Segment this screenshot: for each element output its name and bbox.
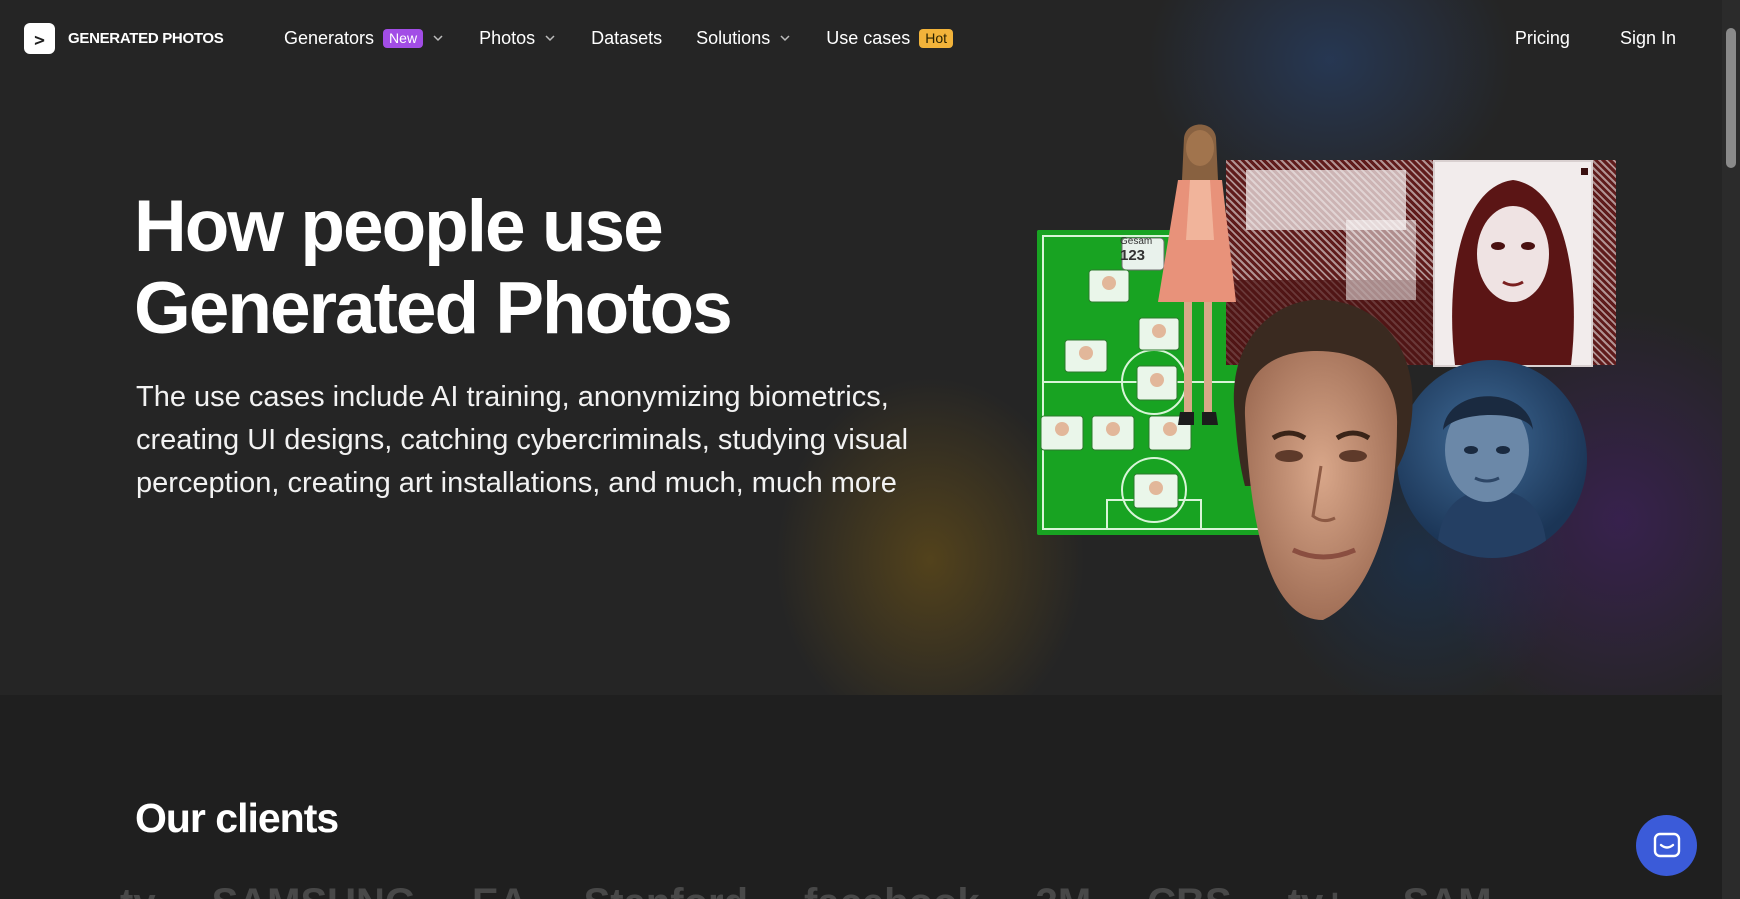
hero-title-line-2: Generated Photos	[134, 268, 733, 349]
nav-use-cases[interactable]: Use cases Hot	[826, 27, 954, 49]
nav-right: Pricing Sign In	[1465, 0, 1676, 76]
client-logo: tv	[120, 881, 156, 899]
nav-use-cases-label: Use cases	[826, 27, 911, 48]
dithered-portrait-image	[1433, 160, 1593, 367]
logo-text: GENERATED PHOTOS	[68, 30, 224, 47]
chevron-down-icon	[780, 35, 790, 42]
nav-datasets[interactable]: Datasets	[591, 28, 662, 49]
client-logo: EA	[472, 881, 528, 899]
nav-photos-label: Photos	[479, 27, 536, 48]
nav-generators[interactable]: Generators New	[284, 28, 445, 49]
hot-badge: Hot	[919, 28, 954, 48]
client-logo: SAMSUNG	[212, 881, 416, 899]
hero-section: > GENERATED PHOTOS Generators New Photos…	[0, 0, 1722, 695]
nav-datasets-label: Datasets	[591, 27, 663, 48]
use-cases-collage: Gesam 123	[1030, 120, 1630, 630]
logo-icon: >	[24, 23, 55, 54]
client-logo: CBS	[1147, 881, 1231, 899]
client-logo: tv+	[1288, 881, 1347, 899]
chevron-down-icon	[433, 35, 443, 42]
top-nav: > GENERATED PHOTOS Generators New Photos…	[0, 0, 1722, 76]
sign-in-link[interactable]: Sign In	[1620, 28, 1676, 49]
page: > GENERATED PHOTOS Generators New Photos…	[0, 0, 1740, 899]
clients-title: Our clients	[135, 795, 339, 841]
portrait-graphic	[1435, 162, 1591, 365]
main-nav: Generators New Photos Datasets Solutions…	[284, 0, 987, 76]
new-badge: New	[383, 28, 424, 48]
client-logo: facebook	[804, 881, 980, 899]
logo[interactable]: > GENERATED PHOTOS	[24, 23, 224, 54]
hero-title: How people use Generated Photos	[134, 186, 854, 350]
client-logos: tv SAMSUNG EA Stanford facebook 3M CBS t…	[120, 881, 1492, 899]
scrollbar-thumb[interactable]	[1726, 28, 1736, 168]
chevron-down-icon	[545, 35, 555, 42]
nav-generators-label: Generators	[284, 27, 375, 48]
male-head-graphic	[1233, 299, 1413, 620]
clients-section: Our clients tv SAMSUNG EA Stanford faceb…	[0, 695, 1722, 899]
nav-solutions-label: Solutions	[696, 27, 771, 48]
client-logo: Stanford	[584, 881, 748, 899]
nav-solutions[interactable]: Solutions	[696, 28, 792, 49]
client-logo: SAM	[1403, 881, 1492, 899]
hero-title-line-1: How people use	[134, 186, 664, 267]
page-scrollbar[interactable]	[1722, 0, 1740, 899]
male-head-render-image	[1185, 296, 1445, 626]
chat-launcher-button[interactable]	[1636, 815, 1697, 876]
logo-glyph: >	[34, 30, 45, 51]
nav-photos[interactable]: Photos	[479, 28, 557, 49]
pricing-link[interactable]: Pricing	[1515, 28, 1570, 49]
chat-icon	[1653, 832, 1680, 857]
hero-subtitle: The use cases include AI training, anony…	[136, 381, 909, 499]
client-logo: 3M	[1036, 881, 1092, 899]
